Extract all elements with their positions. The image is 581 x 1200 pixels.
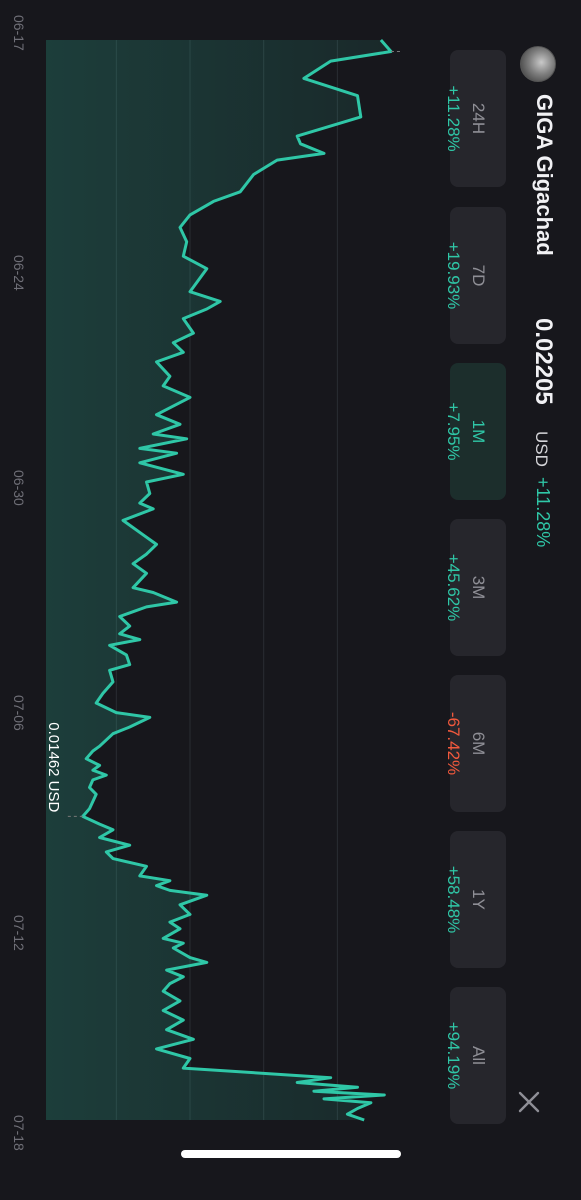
home-indicator[interactable] bbox=[181, 1150, 401, 1158]
x-tick-label: 06-30 bbox=[11, 470, 27, 506]
price-area bbox=[46, 40, 391, 1120]
change-all: +94.19% bbox=[444, 1021, 463, 1090]
tab-label: All bbox=[469, 1046, 488, 1065]
close-icon[interactable] bbox=[515, 1088, 543, 1116]
tab-label: 1Y bbox=[469, 889, 488, 910]
price-change: +11.28% bbox=[533, 477, 553, 548]
tab-label: 7D bbox=[469, 264, 488, 287]
change-24h: +11.28% bbox=[444, 85, 463, 152]
change-1m: +7.95% bbox=[444, 402, 463, 461]
x-tick-label: 06-24 bbox=[11, 255, 27, 291]
change-6m: -67.42% bbox=[444, 711, 463, 776]
x-tick-label: 06-17 bbox=[11, 15, 27, 51]
token-name: GIGA Gigachad bbox=[532, 94, 557, 256]
change-1y: +58.48% bbox=[444, 865, 463, 934]
tab-label: 24H bbox=[469, 102, 488, 135]
rotated-screen: GIGA Gigachad 0.02205 USD +11.28% 24H 7D… bbox=[0, 0, 581, 1200]
low-price-label: 0.01462 USD bbox=[45, 722, 62, 812]
x-axis-ticks: 06-17 06-24 06-30 07-06 07-12 07-18 bbox=[11, 15, 27, 1151]
tab-label: 3M bbox=[469, 575, 488, 600]
x-tick-label: 07-12 bbox=[11, 915, 27, 951]
change-7d: +19.93% bbox=[444, 241, 463, 310]
tab-label: 1M bbox=[469, 419, 488, 444]
token-avatar bbox=[520, 46, 556, 82]
x-tick-label: 07-18 bbox=[11, 1115, 27, 1151]
token-price: 0.02205 bbox=[530, 318, 557, 405]
tab-label: 6M bbox=[469, 731, 488, 756]
price-unit: USD bbox=[532, 431, 551, 467]
change-3m: +45.62% bbox=[444, 553, 463, 622]
price-chart[interactable]: 0.02362 USD0.01462 USD 06-1706-2406-3007… bbox=[0, 0, 401, 1200]
x-tick-label: 07-06 bbox=[11, 695, 27, 731]
